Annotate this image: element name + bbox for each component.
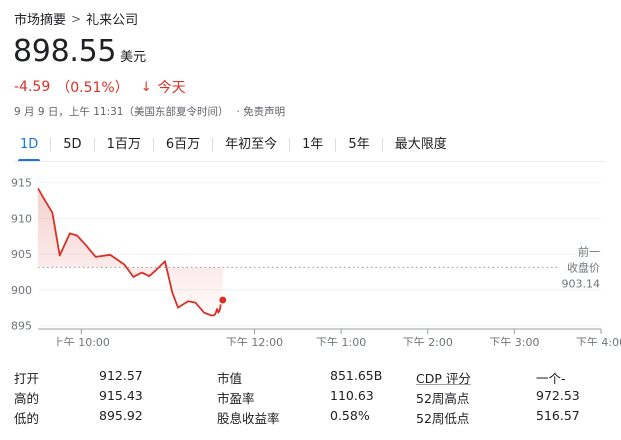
- stat-label: 低的: [14, 411, 40, 426]
- stat-value: 851.65B: [330, 368, 383, 383]
- y-tick-label: 895: [11, 319, 32, 332]
- change-amount: -4.59: [14, 79, 51, 95]
- stats-row: 打开 912.57 市值 851.65B CDP 评分 一个-: [14, 368, 614, 388]
- stat-value: 一个-: [536, 371, 566, 386]
- disclaimer-link[interactable]: · 免责声明: [236, 104, 285, 119]
- stat-label: 52周低点: [416, 411, 470, 426]
- change-period: 今天: [157, 80, 186, 96]
- price-change: -4.59 （0.51%） ↓ 今天: [14, 77, 186, 97]
- price-area-fill: [38, 188, 223, 316]
- breadcrumb-separator: >: [71, 11, 82, 26]
- quote-meta: 9 月 9 日，上午 11:31（美国东部夏令时间） · 免责声明: [14, 104, 285, 119]
- stat-label: 52周高点: [416, 391, 470, 406]
- stat-label: 打开: [14, 371, 40, 386]
- tab-1y[interactable]: 1年: [290, 130, 335, 160]
- stat-value: 912.57: [99, 368, 143, 383]
- x-tick-label: 下午 4:00: [576, 336, 621, 346]
- tabs-divider-line: [14, 161, 606, 162]
- stat-value: 0.58%: [330, 408, 370, 423]
- stats-row: 高的 915.43 市盈率 110.63 52周高点 972.53: [14, 388, 614, 408]
- current-price-dot: [217, 295, 228, 306]
- tab-1m[interactable]: 1百万: [95, 130, 153, 160]
- y-tick-label: 915: [11, 177, 32, 190]
- stat-label: 市盈率: [217, 391, 255, 406]
- y-tick-label: 910: [11, 212, 32, 225]
- price-row: 898.55 美元: [13, 34, 146, 69]
- stats-row: 低的 895.92 股息收益率 0.58% 52周低点 516.57: [14, 408, 614, 428]
- x-tick-label: 下午 2:00: [403, 336, 453, 346]
- breadcrumb-current: 礼来公司: [86, 13, 139, 28]
- arrow-down-icon: ↓: [140, 79, 152, 95]
- stat-label: 股息收益率: [217, 411, 280, 426]
- tab-ytd[interactable]: 年初至今: [213, 130, 289, 160]
- stat-value: 895.92: [99, 408, 143, 423]
- stat-value: 972.53: [536, 388, 580, 403]
- currency-label: 美元: [120, 50, 147, 65]
- previous-close-value: 903.14: [562, 277, 601, 290]
- stock-price: 898.55: [13, 34, 117, 69]
- y-tick-label: 905: [11, 248, 32, 261]
- x-tick-label: 上午 10:00: [53, 336, 110, 346]
- price-chart[interactable]: 915 910 905 900 895 上午 10:00 下午 12:00 下午 1:00 下午…: [0, 166, 621, 346]
- x-tick-label: 下午 1:00: [316, 336, 366, 346]
- x-tick-label: 下午 12:00: [226, 336, 283, 346]
- breadcrumb-market-summary-link[interactable]: 市场摘要: [14, 9, 66, 28]
- tab-1d[interactable]: 1D: [8, 130, 50, 162]
- tab-max[interactable]: 最大限度: [383, 130, 459, 160]
- stat-value: 110.63: [330, 388, 374, 403]
- previous-close-label-line2: 收盘价: [567, 260, 600, 274]
- stat-label: 高的: [14, 391, 40, 406]
- time-range-tabs: 1D 5D 1百万 6百万 年初至今 1年 5年 最大限度: [0, 130, 459, 162]
- stat-value: 516.57: [536, 408, 580, 423]
- quote-timestamp: 9 月 9 日，上午 11:31（美国东部夏令时间）: [14, 106, 229, 118]
- x-tick-label: 下午 3:00: [489, 336, 539, 346]
- tab-6m[interactable]: 6百万: [154, 130, 212, 160]
- tab-5d[interactable]: 5D: [51, 130, 93, 160]
- stat-label: 市值: [217, 371, 243, 386]
- tab-5y[interactable]: 5年: [336, 130, 381, 160]
- breadcrumb: 市场摘要 > 礼来公司: [14, 9, 139, 29]
- stat-label[interactable]: CDP 评分: [416, 368, 471, 387]
- stat-value: 915.43: [99, 388, 143, 403]
- previous-close-label-line1: 前一: [578, 244, 600, 258]
- change-percent: （0.51%）: [56, 80, 129, 96]
- y-tick-label: 900: [11, 284, 32, 297]
